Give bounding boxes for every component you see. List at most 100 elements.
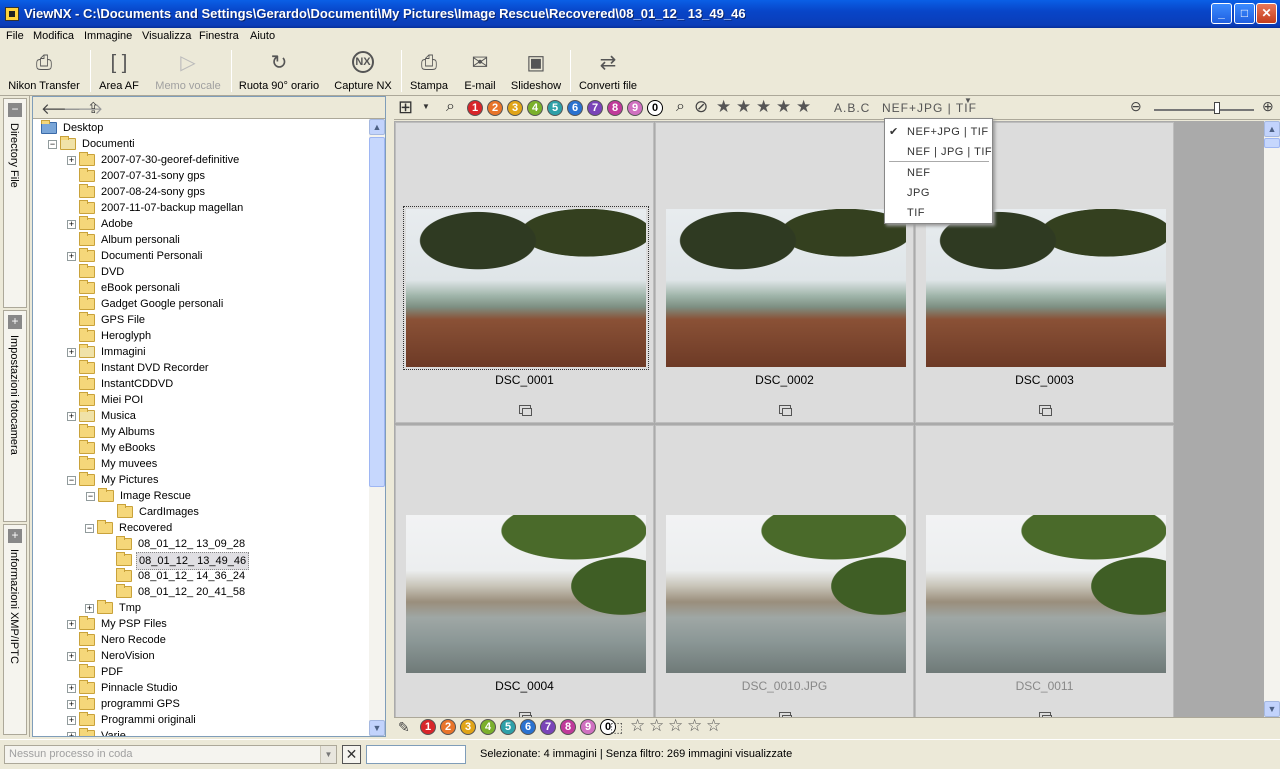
rating-star-icon[interactable]: ☆	[687, 717, 702, 735]
expand-icon[interactable]: +	[67, 156, 76, 165]
label-button-9[interactable]: 9	[580, 719, 596, 735]
tree-item[interactable]: 2007-07-31-sony gps	[33, 168, 369, 184]
label-filter-2[interactable]: 2	[487, 100, 503, 116]
thumbnail-view-icon[interactable]: ⊞	[398, 97, 413, 118]
menu-immagine[interactable]: Immagine	[84, 30, 132, 42]
expand-icon[interactable]: +	[67, 348, 76, 357]
no-rating-icon[interactable]: ⊘	[694, 97, 708, 117]
expand-icon[interactable]: +	[67, 652, 76, 661]
tree-item[interactable]: PDF	[33, 664, 369, 680]
rating-filter-star-icon[interactable]: ★	[796, 98, 811, 116]
expand-icon[interactable]: +	[67, 732, 76, 736]
label-filter-icon[interactable]: ⌕	[446, 98, 455, 116]
label-button-1[interactable]: 1	[420, 719, 436, 735]
thumbnail-cell[interactable]: DSC_0002	[655, 122, 914, 423]
label-filter-3[interactable]: 3	[507, 100, 523, 116]
tree-item[interactable]: My muvees	[33, 456, 369, 472]
expand-icon[interactable]: +	[67, 620, 76, 629]
label-button-7[interactable]: 7	[540, 719, 556, 735]
tree-item[interactable]: +2007-07-30-georef-definitive	[33, 152, 369, 168]
status-input[interactable]	[366, 745, 466, 764]
rating-edit-icon[interactable]: ⬚	[610, 719, 623, 736]
thumbnail-cell[interactable]: DSC_0011	[915, 425, 1174, 717]
tree-item[interactable]: + NeroVision	[33, 648, 369, 664]
label-filter-1[interactable]: 1	[467, 100, 483, 116]
rating-filter-icon[interactable]: ⌕	[676, 98, 685, 116]
tree-item[interactable]: + Musica	[33, 408, 369, 424]
format-option-tif[interactable]: TIF	[907, 207, 925, 219]
label-filter-8[interactable]: 8	[607, 100, 623, 116]
label-filter-9[interactable]: 9	[627, 100, 643, 116]
thumbnail-image[interactable]	[406, 515, 646, 673]
zoom-out-icon[interactable]: ⊖	[1130, 98, 1142, 115]
tree-item[interactable]: − My Pictures	[33, 472, 369, 488]
process-queue-field[interactable]: Nessun processo in coda ▼	[4, 745, 337, 764]
tree-item[interactable]: + Varie	[33, 728, 369, 736]
format-option-jpg[interactable]: JPG	[907, 187, 930, 199]
collapse-icon[interactable]: −	[85, 524, 94, 533]
tree-item[interactable]: 08_01_12_ 20_41_58	[33, 584, 369, 600]
tree-item[interactable]: + Programmi originali	[33, 712, 369, 728]
tree-item[interactable]: Album personali	[33, 232, 369, 248]
zoom-slider-thumb[interactable]	[1214, 102, 1220, 114]
expand-icon[interactable]: +	[67, 252, 76, 261]
email-button[interactable]: ✉ E-mail	[460, 48, 500, 94]
thumbnail-image[interactable]	[403, 206, 649, 370]
scroll-down-icon[interactable]: ▼	[369, 720, 385, 736]
label-filter-6[interactable]: 6	[567, 100, 583, 116]
label-button-2[interactable]: 2	[440, 719, 456, 735]
menu-file[interactable]: File	[6, 30, 24, 42]
tree-item[interactable]: eBook personali	[33, 280, 369, 296]
minimize-button[interactable]: _	[1211, 3, 1232, 24]
menu-finestra[interactable]: Finestra	[199, 30, 239, 42]
thumbnail-image[interactable]	[666, 515, 906, 673]
grid-scroll-down-icon[interactable]: ▼	[1264, 701, 1280, 717]
tree-item[interactable]: + My PSP Files	[33, 616, 369, 632]
tree-item[interactable]: 2007-08-24-sony gps	[33, 184, 369, 200]
tree-item[interactable]: GPS File	[33, 312, 369, 328]
tree-item[interactable]: Instant DVD Recorder	[33, 360, 369, 376]
collapse-icon[interactable]: −	[48, 140, 57, 149]
collapse-icon[interactable]: −	[86, 492, 95, 501]
rating-star-icon[interactable]: ☆	[706, 717, 721, 735]
tree-item[interactable]: Gadget Google personali	[33, 296, 369, 312]
label-filter-7[interactable]: 7	[587, 100, 603, 116]
label-button-8[interactable]: 8	[560, 719, 576, 735]
thumbnail-image[interactable]	[926, 209, 1166, 367]
cancel-process-button[interactable]: ✕	[342, 745, 361, 764]
menu-modifica[interactable]: Modifica	[33, 30, 74, 42]
tree-item[interactable]: − Documenti	[33, 136, 369, 152]
thumbnail-cell[interactable]: DSC_0004	[395, 425, 654, 717]
rotate-button[interactable]: ↻ Ruota 90° orario	[237, 48, 321, 94]
expand-icon[interactable]: +	[8, 529, 22, 543]
expand-icon[interactable]: +	[67, 412, 76, 421]
sort-button[interactable]: A.B.C	[834, 101, 870, 115]
tree-item[interactable]: + Immagini	[33, 344, 369, 360]
zoom-slider-track[interactable]	[1154, 109, 1254, 111]
expand-icon[interactable]: +	[67, 684, 76, 693]
format-filter-button[interactable]: NEF+JPG | TIF	[882, 101, 977, 115]
label-button-3[interactable]: 3	[460, 719, 476, 735]
expand-icon[interactable]: +	[67, 220, 76, 229]
format-dropdown-icon[interactable]: ▼	[964, 96, 972, 105]
collapse-icon[interactable]: −	[67, 476, 76, 485]
tree-item[interactable]: + Pinnacle Studio	[33, 680, 369, 696]
print-button[interactable]: ⎙ Stampa	[406, 48, 452, 94]
nikon-transfer-button[interactable]: ⎙ Nikon Transfer	[4, 48, 84, 94]
grid-scrollbar[interactable]: ▲ ▼	[1264, 121, 1280, 717]
format-option-nef-jpg-tif-separate[interactable]: NEF | JPG | TIF	[907, 146, 992, 158]
menu-visualizza[interactable]: Visualizza	[142, 30, 191, 42]
voice-memo-button[interactable]: ▷ Memo vocale	[150, 48, 226, 94]
tree-scroll-thumb[interactable]	[369, 137, 385, 487]
label-button-5[interactable]: 5	[500, 719, 516, 735]
rating-filter-star-icon[interactable]: ★	[756, 98, 771, 116]
tree-item[interactable]: Desktop	[33, 120, 369, 136]
tree-item[interactable]: + Adobe	[33, 216, 369, 232]
tree-item[interactable]: + programmi GPS	[33, 696, 369, 712]
rating-filter-star-icon[interactable]: ★	[776, 98, 791, 116]
tab-directory-file[interactable]: − Directory File	[3, 98, 27, 308]
tree-item[interactable]: 08_01_12_ 14_36_24	[33, 568, 369, 584]
thumbnail-image[interactable]	[926, 515, 1166, 673]
label-filter-4[interactable]: 4	[527, 100, 543, 116]
tree-item[interactable]: Heroglyph	[33, 328, 369, 344]
